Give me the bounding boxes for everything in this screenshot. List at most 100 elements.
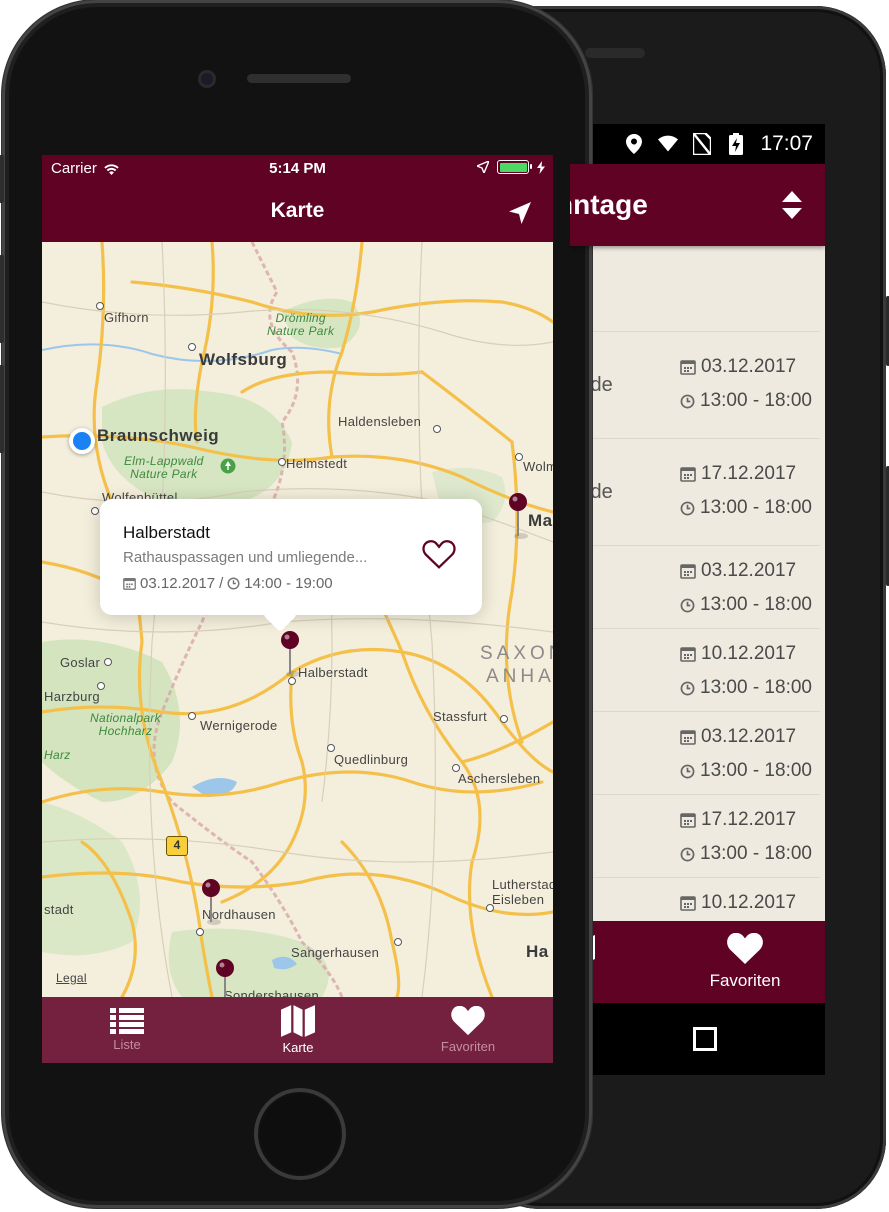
list-item-time-row: 13:00 - 18:00 <box>680 677 812 699</box>
list-item[interactable]: 03.12.2017 13:00 - 18:00 <box>570 546 820 629</box>
iphone-speaker <box>247 74 351 83</box>
map-place-dot <box>486 904 494 912</box>
callout-separator: / <box>219 575 224 592</box>
map-label-gifhorn: Gifhorn <box>104 310 149 325</box>
calendar-icon <box>123 577 136 590</box>
clock-icon <box>680 598 695 612</box>
map-callout[interactable]: Halberstadt Rathauspassagen und umliegen… <box>100 499 482 615</box>
map-place-dot <box>188 343 196 351</box>
map-label-wolm: Wolm <box>523 459 553 474</box>
list-item[interactable]: egende 17.12.2017 13:00 - 18:00 <box>570 439 820 546</box>
map-place-dot <box>515 453 523 461</box>
tab-favoriten[interactable]: Favoriten <box>383 997 553 1063</box>
map-label-eisleben: Eisleben <box>492 892 545 907</box>
location-arrow-icon[interactable] <box>507 200 533 226</box>
map-label-braunschweig: Braunschweig <box>97 426 220 445</box>
calendar-icon <box>680 647 696 662</box>
map-icon <box>281 1005 315 1037</box>
tab-karte[interactable]: Karte <box>213 997 383 1063</box>
clock-icon <box>680 394 695 408</box>
map-label-wernigerode: Wernigerode <box>200 718 278 733</box>
iphone-volume-up <box>0 255 4 343</box>
list-item-date-row: 03.12.2017 <box>680 726 796 748</box>
map-label-nationalpark-line2: Hochharz <box>98 724 153 738</box>
recents-nav-icon[interactable] <box>693 1027 717 1051</box>
clock-icon <box>680 764 695 778</box>
map-place-dot <box>288 677 296 685</box>
map-label-quedlinburg: Quedlinburg <box>334 752 409 767</box>
user-location-marker <box>69 428 95 454</box>
map-label-nationalpark: Nationalpark Hochharz <box>90 712 161 738</box>
android-tab-favoriten[interactable]: Favoriten <box>690 921 800 1003</box>
map-base <box>42 242 553 997</box>
map-label-goslar: Goslar <box>60 655 101 670</box>
location-icon <box>624 134 644 154</box>
tab-liste[interactable]: Liste <box>42 997 212 1063</box>
clock-icon <box>680 501 695 515</box>
map-place-dot <box>96 302 104 310</box>
map-place-dot <box>91 507 99 515</box>
heart-outline-icon[interactable] <box>422 539 456 571</box>
map-place-dot <box>188 712 196 720</box>
list-item-date: 10.12.2017 <box>701 892 797 913</box>
map-label-elm: Elm-Lappwald Nature Park <box>124 455 204 481</box>
callout-date: 03.12.2017 <box>140 575 216 592</box>
map-place-dot <box>97 682 105 690</box>
callout-time: 14:00 - 19:00 <box>244 575 333 592</box>
heart-icon <box>727 933 763 964</box>
calendar-icon <box>680 564 696 579</box>
list-item[interactable]: egende 03.12.2017 13:00 - 18:00 <box>570 332 820 439</box>
list-item[interactable] <box>570 246 820 332</box>
list-item-date-row: 10.12.2017 <box>680 643 796 665</box>
map-legal-link[interactable]: Legal <box>56 971 87 985</box>
map-pin[interactable] <box>508 492 528 540</box>
map-label-haldensleben: Haldensleben <box>338 414 422 429</box>
calendar-icon <box>680 467 696 482</box>
list-item-time: 13:00 - 18:00 <box>700 497 812 518</box>
map-label-helmstedt: Helmstedt <box>286 456 348 471</box>
map-place-dot <box>394 938 402 946</box>
map-label-stadt: stadt <box>44 902 74 917</box>
map-label-elm-line1: Elm-Lappwald <box>124 454 204 468</box>
list-item-time-row: 13:00 - 18:00 <box>680 594 812 616</box>
list-icon <box>110 1008 144 1034</box>
map-place-dot <box>433 425 441 433</box>
iphone-home-button[interactable] <box>254 1088 346 1180</box>
calendar-icon <box>680 813 696 828</box>
iphone-tab-bar: Liste Karte Favoriten <box>42 997 553 1063</box>
list-item-date-row: 17.12.2017 <box>680 463 796 485</box>
list-item[interactable]: 10.12.2017 13:00 - 18:00 <box>570 629 820 712</box>
list-item[interactable]: 03.12.2017 13:00 - 18:00 <box>570 712 820 795</box>
map-label-aschersleben: Aschersleben <box>458 771 541 786</box>
park-icon <box>220 458 236 474</box>
map-label-elm-line2: Nature Park <box>130 467 198 481</box>
list-item-time-row: 13:00 - 18:00 <box>680 390 812 412</box>
map-label-wolfsburg: Wolfsburg <box>199 350 288 369</box>
map-place-dot <box>104 658 112 666</box>
android-status-bar: 17:07 <box>570 124 825 164</box>
android-bottom-nav: rte Favoriten <box>570 921 825 1003</box>
map-view[interactable]: Gifhorn Wolfsburg Drömling Nature Park Br… <box>42 242 553 997</box>
list-item-date-row: 03.12.2017 <box>680 560 796 582</box>
list-item-time: 13:00 - 18:00 <box>700 843 812 864</box>
list-item-date-row: 03.12.2017 <box>680 356 796 378</box>
tab-label: Liste <box>113 1037 141 1052</box>
android-app-bar: nntage <box>570 164 825 246</box>
map-pin-selected[interactable] <box>280 630 300 678</box>
list-item[interactable]: 10.12.2017 <box>570 878 820 921</box>
android-screen: 17:07 nntage egende 03.12.2017 13:00 - 1… <box>570 124 825 1075</box>
callout-date-row: 03.12.2017 / 14:00 - 19:00 <box>123 575 333 592</box>
map-pin[interactable] <box>201 878 221 926</box>
list-item-date: 17.12.2017 <box>701 463 797 484</box>
clock-icon <box>680 681 695 695</box>
list-item[interactable]: 17.12.2017 13:00 - 18:00 <box>570 795 820 878</box>
iphone-volume-down <box>0 365 4 453</box>
map-label-dromling: Drömling Nature Park <box>267 312 334 338</box>
sort-icon[interactable] <box>781 190 803 220</box>
callout-title: Halberstadt <box>123 523 210 542</box>
android-tab-label: Favoriten <box>709 971 781 990</box>
iphone-device: Carrier 5:14 PM Karte Gifhorn Wolfsburg … <box>0 0 592 1208</box>
android-clock: 17:07 <box>760 132 813 155</box>
map-label-saxony: SAXON <box>480 643 553 664</box>
map-pin[interactable] <box>215 958 235 997</box>
